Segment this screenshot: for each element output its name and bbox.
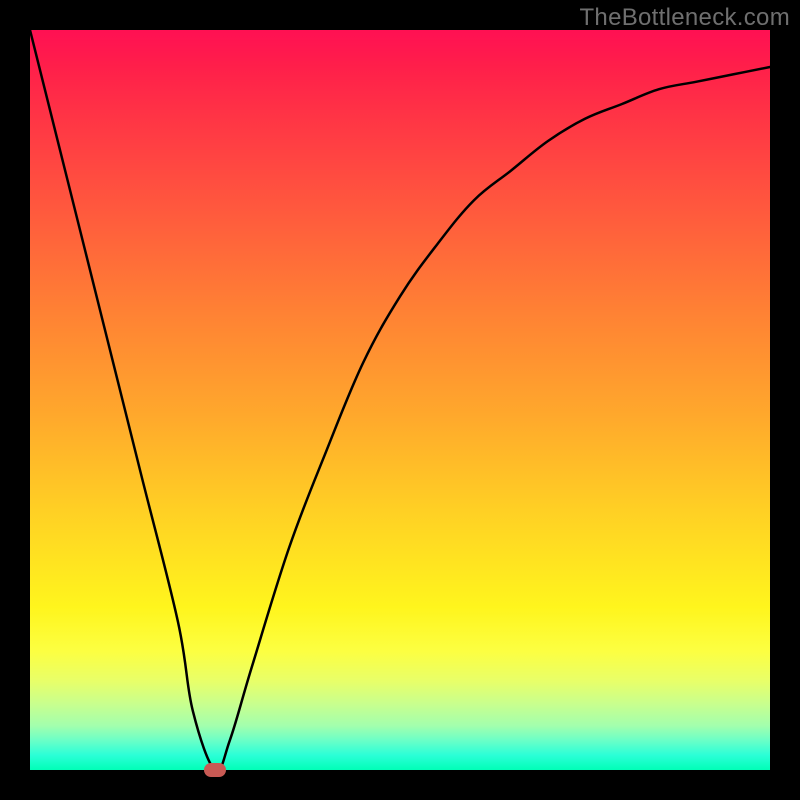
- bottleneck-curve: [30, 30, 770, 770]
- plot-area: [30, 30, 770, 770]
- watermark-text: TheBottleneck.com: [579, 4, 790, 32]
- chart-frame: TheBottleneck.com: [0, 0, 800, 800]
- minimum-marker: [204, 763, 226, 777]
